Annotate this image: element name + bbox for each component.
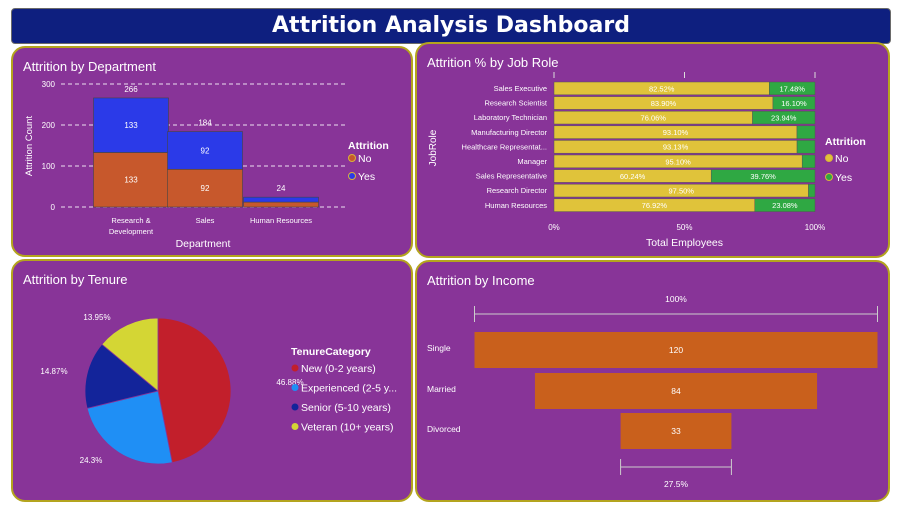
funnel-value-label: 84 [671, 386, 681, 396]
tenure-chart: 46.88% 24.3% 14.87% 13.95% TenureCategory New… [40, 313, 397, 465]
data-label-no: 92 [201, 184, 210, 193]
data-label-no: 95.10% [665, 157, 691, 166]
data-label-yes: 92 [201, 146, 210, 155]
legend-marker [291, 364, 299, 372]
bar-yes [796, 140, 816, 154]
funnel-value-label: 120 [669, 345, 683, 355]
data-label-yes: 23.94% [771, 114, 797, 123]
income-panel: Attrition by Income 100% 120 Single 84 Marri… [415, 260, 890, 502]
bottom-percent-label: 27.5% [664, 479, 689, 489]
x-tick-label: Research & [111, 216, 150, 225]
x-tick-label: 50% [676, 223, 692, 232]
legend-marker [825, 173, 833, 181]
slice-label: 13.95% [83, 313, 110, 322]
y-tick-label: Human Resources [485, 201, 547, 210]
legend-label: No [358, 153, 372, 165]
slice-label: 14.87% [40, 367, 67, 376]
data-label-no: 60.24% [620, 172, 646, 181]
legend-marker [291, 403, 299, 411]
y-tick-label: 100 [42, 162, 56, 171]
slice-label: 24.3% [80, 456, 103, 465]
legend-marker [291, 384, 299, 391]
legend-label: Yes [358, 171, 375, 183]
x-axis-title: Department [176, 238, 231, 250]
y-tick-label: Healthcare Representat... [462, 142, 547, 151]
legend-label: Veteran (10+ years) [301, 422, 394, 434]
slice-label: 46.88% [276, 378, 303, 387]
data-label-yes: 16.10% [781, 99, 807, 108]
x-tick-label: Human Resources [250, 216, 312, 225]
data-label-yes: 23.08% [772, 201, 798, 210]
total-label: 266 [124, 85, 138, 94]
legend-title: Attrition [825, 136, 866, 148]
total-label: 24 [277, 184, 286, 193]
y-tick-label: 200 [42, 121, 56, 130]
data-label-no: 133 [124, 176, 138, 185]
x-tick-label: 100% [805, 223, 825, 232]
y-tick-label: Manufacturing Director [471, 128, 547, 137]
data-label-no: 82.52% [649, 84, 675, 93]
dashboard-title: Attrition Analysis Dashboard [11, 8, 891, 44]
legend-title: TenureCategory [291, 346, 371, 358]
legend-label: Yes [835, 172, 852, 184]
y-tick-label: Laboratory Technician [474, 113, 547, 122]
legend-marker [348, 172, 356, 180]
bar-yes [796, 125, 816, 139]
top-percent-label: 100% [665, 294, 687, 304]
y-axis-title: Attrition Count [24, 116, 35, 177]
tenure-panel: Attrition by Tenure 46.88% 24.3% 14.87% 13.… [11, 259, 413, 502]
category-label: Married [427, 384, 456, 394]
data-label-yes: 133 [124, 121, 138, 130]
bar-yes [243, 196, 319, 203]
legend-label: No [835, 153, 849, 165]
data-label-no: 97.50% [669, 187, 695, 196]
data-label-yes: 17.48% [779, 84, 805, 93]
data-label-no: 76.92% [642, 201, 668, 210]
department-panel: Attrition by Department 0 100 200 300 133 133… [11, 46, 413, 257]
jobrole-chart: 82.52% 17.48% Sales Executive 83.90% 16.10% R… [428, 72, 866, 249]
data-label-no: 93.10% [663, 128, 689, 137]
legend-title: Attrition [348, 140, 389, 152]
y-tick-label: 0 [51, 203, 56, 212]
data-label-no: 93.13% [663, 143, 689, 152]
category-label: Divorced [427, 424, 461, 434]
x-tick-label: Sales [196, 216, 215, 225]
category-label: Single [427, 343, 451, 353]
y-tick-label: Sales Executive [494, 84, 547, 93]
legend-marker [348, 154, 356, 162]
y-tick-label: Research Director [487, 186, 548, 195]
data-label-no: 76.06% [641, 114, 667, 123]
bar-no [243, 201, 319, 208]
legend-label: Senior (5-10 years) [301, 402, 391, 414]
legend-label: Experienced (2-5 y... [301, 383, 397, 395]
legend-marker [291, 423, 299, 430]
y-tick-label: Manager [517, 157, 547, 166]
x-tick-label: Development [109, 227, 154, 236]
y-tick-label: Sales Representative [476, 172, 547, 181]
y-tick-label: 300 [42, 80, 56, 89]
data-label-no: 83.90% [651, 99, 677, 108]
data-label-yes: 39.76% [750, 172, 776, 181]
pie-slice [157, 317, 232, 464]
income-chart: 100% 120 Single 84 Married 33 Divorced 27.5% [427, 294, 878, 489]
bar-yes [801, 154, 816, 169]
legend-marker [825, 154, 833, 162]
department-chart: 0 100 200 300 133 133 266 Research & Development… [24, 80, 389, 250]
total-label: 184 [198, 119, 212, 128]
jobrole-panel: Attrition % by Job Role 82.52% 17.48% Sale… [415, 42, 890, 258]
y-axis-title: JobRole [428, 129, 439, 166]
x-tick-label: 0% [548, 223, 560, 232]
x-axis-title: Total Employees [646, 237, 723, 249]
y-tick-label: Research Scientist [484, 99, 547, 108]
legend-label: New (0-2 years) [301, 363, 376, 375]
funnel-value-label: 33 [671, 426, 681, 436]
bar-yes [808, 183, 816, 198]
